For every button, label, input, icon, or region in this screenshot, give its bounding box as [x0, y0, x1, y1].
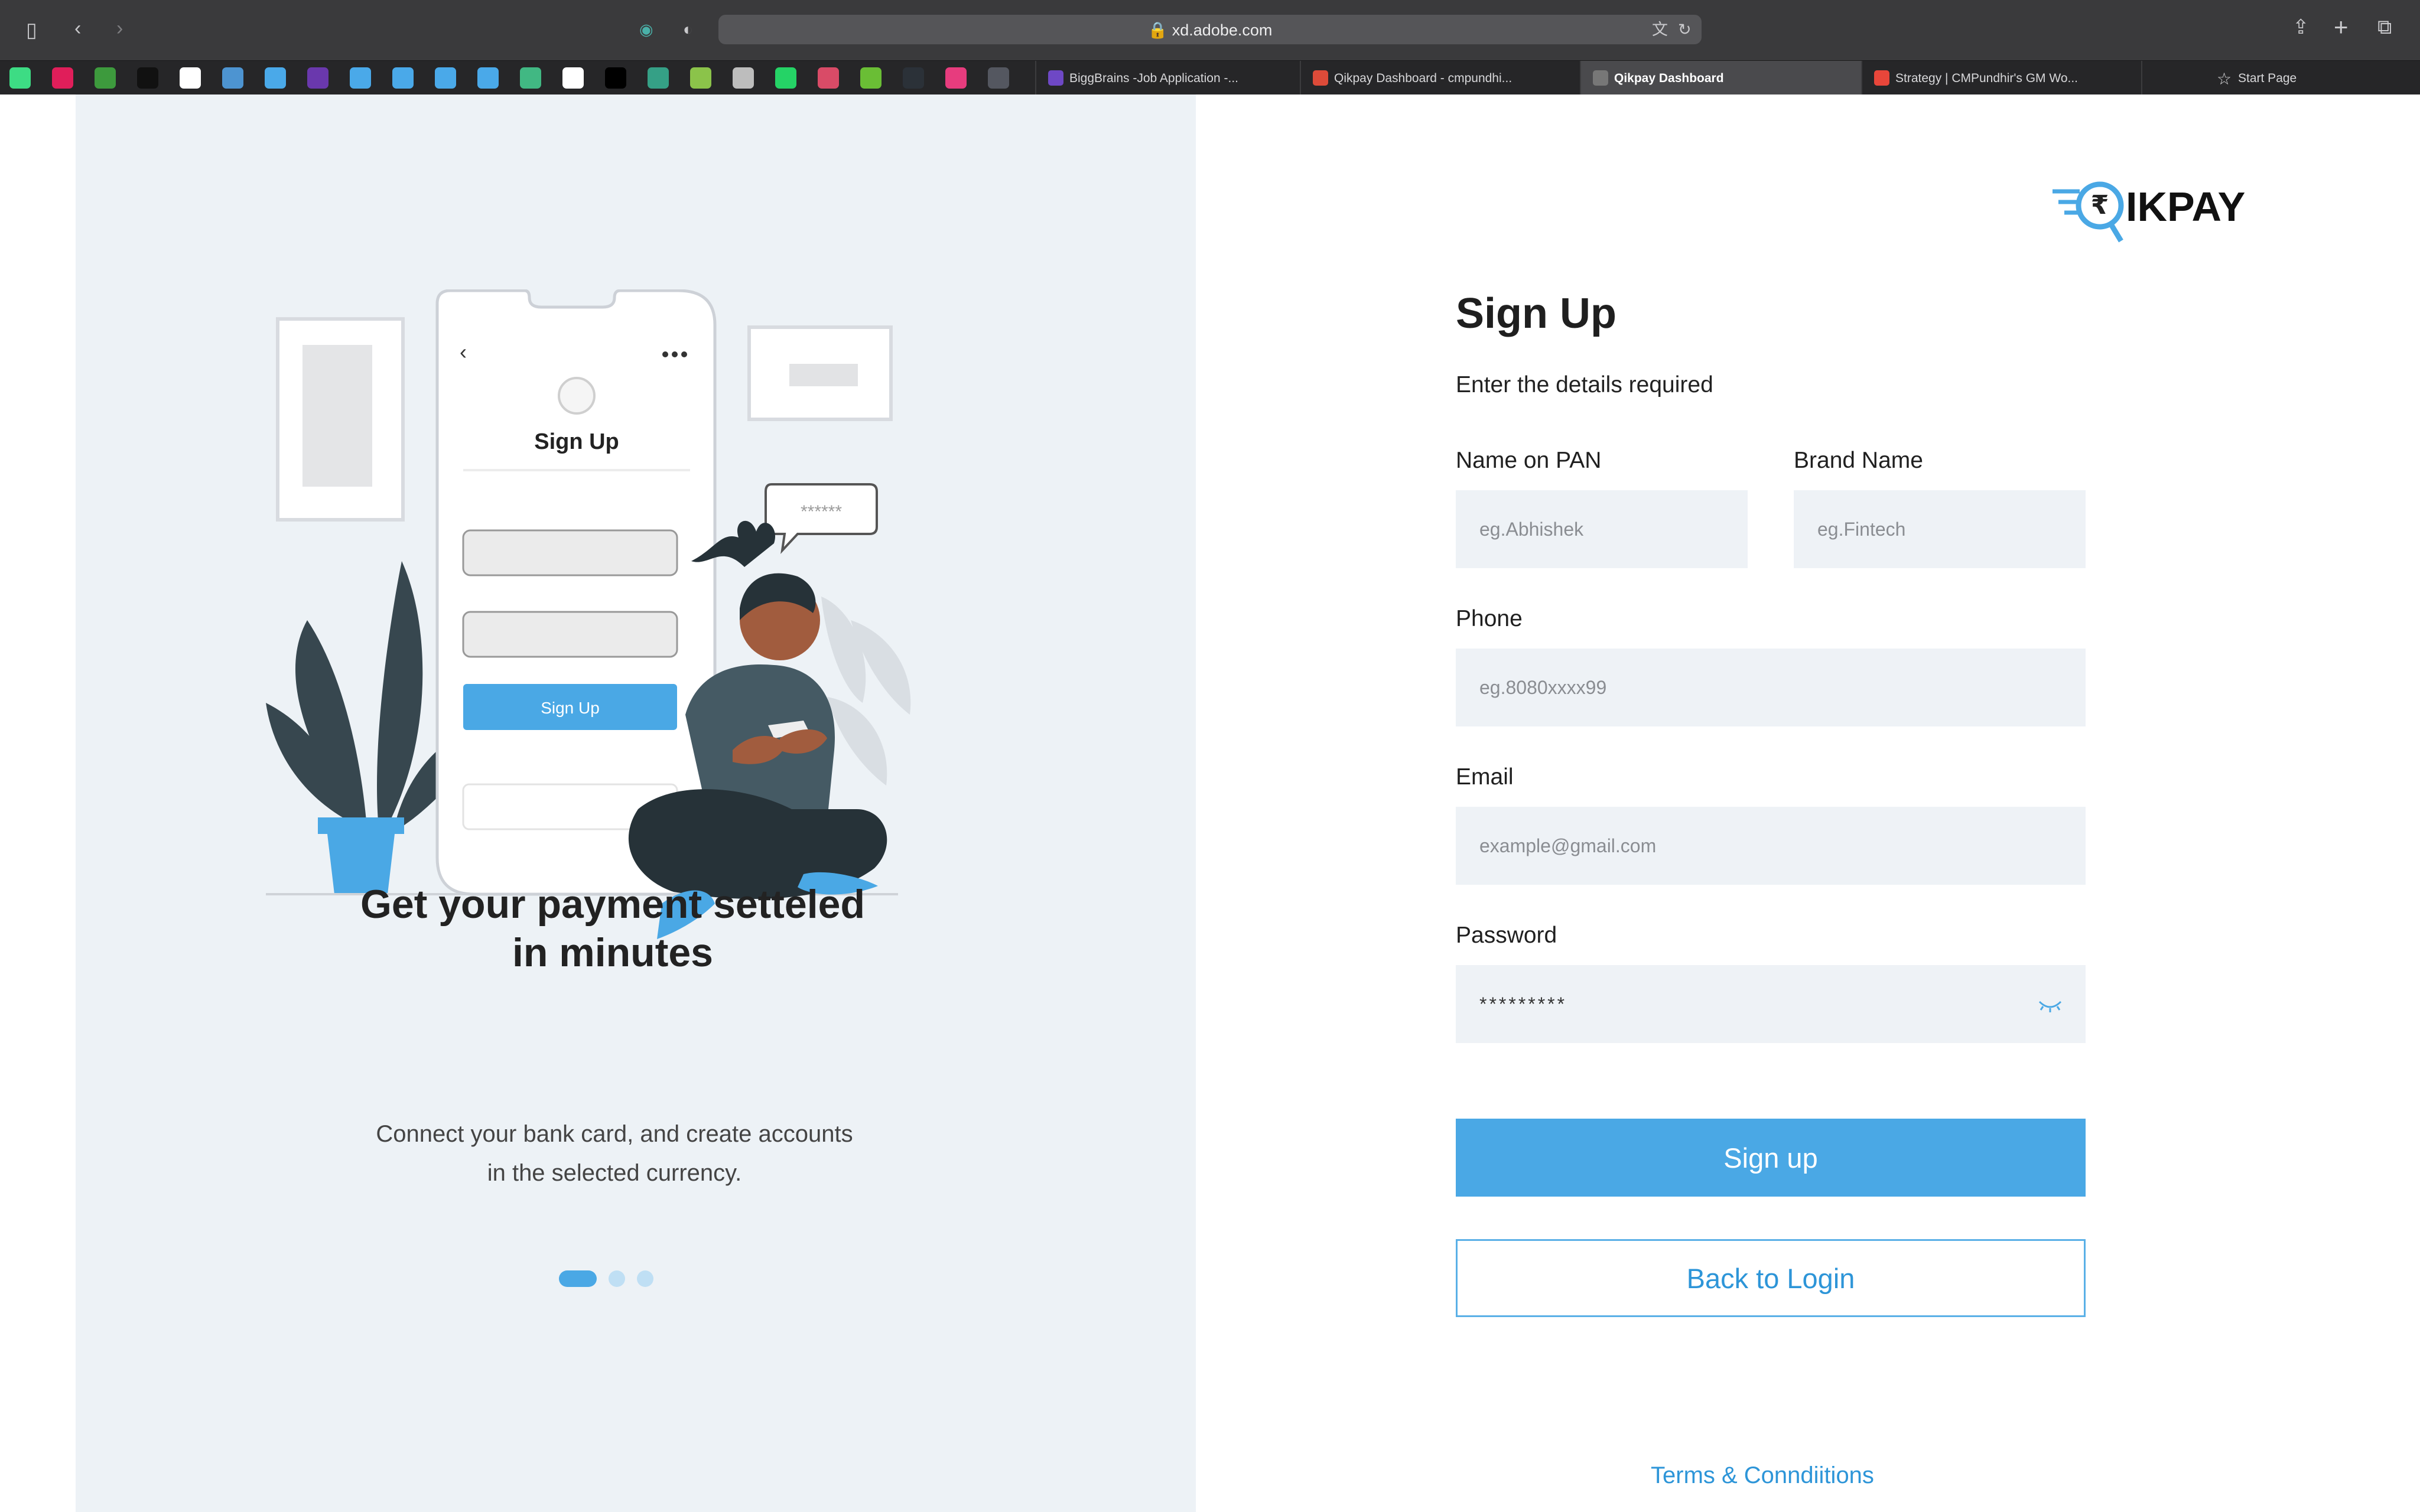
phone-signup-button-label: Sign Up	[541, 699, 600, 717]
name-label: Name on PAN	[1456, 448, 1602, 473]
reload-icon[interactable]: ↻	[1678, 19, 1692, 40]
github-favicon-2[interactable]	[562, 67, 584, 89]
whatsapp-favicon[interactable]	[775, 67, 796, 89]
tab-biggbrains[interactable]: BiggBrains -Job Application -...	[1035, 61, 1300, 95]
back-to-login-button[interactable]: Back to Login	[1456, 1239, 2086, 1317]
qikpay-logo: ₹ IKPAY	[2053, 175, 2281, 246]
lock-icon: 🔒	[1147, 21, 1168, 39]
carousel-dot-active[interactable]	[559, 1270, 597, 1287]
phone-back-icon: ‹	[460, 340, 467, 364]
tab-favicon-icon	[1874, 70, 1889, 86]
tab-strategy[interactable]: Strategy | CMPundhir's GM Wo...	[1861, 61, 2141, 95]
phone-signup-title: Sign Up	[534, 429, 619, 454]
terms-link[interactable]: Terms & Conndiitions	[1651, 1462, 1874, 1489]
red-favicon[interactable]	[818, 67, 839, 89]
carousel-dot-3[interactable]	[637, 1270, 653, 1287]
name-field[interactable]	[1456, 490, 1748, 568]
gear-favicon[interactable]	[988, 67, 1009, 89]
phone-menu-dot-3	[681, 351, 687, 357]
flutter-favicon-3[interactable]	[392, 67, 414, 89]
tab-qikpay-mail[interactable]: Qikpay Dashboard - cmpundhi...	[1300, 61, 1580, 95]
forward-icon[interactable]: ›	[116, 18, 123, 38]
github-favicon[interactable]	[180, 67, 201, 89]
signup-subtitle: Enter the details required	[1456, 372, 1713, 397]
browser-toolbar: ▯ ‹ › ◉ ◐ 🔒 xd.adobe.com 文 ↻ ⇪ + ⧉	[0, 0, 2420, 60]
green-favicon[interactable]	[690, 67, 711, 89]
eye-closed-icon[interactable]	[2037, 997, 2063, 1014]
flutter-favicon-5[interactable]	[477, 67, 499, 89]
signup-title: Sign Up	[1456, 290, 1616, 337]
phone-input-2	[462, 611, 678, 658]
logo-text: IKPAY	[2126, 184, 2246, 230]
logo-mark-icon: ₹	[2053, 181, 2124, 243]
phone-field[interactable]	[1456, 649, 2086, 726]
password-field[interactable]	[1456, 965, 2086, 1043]
onboarding-description: Connect your bank card, and create accou…	[376, 1121, 853, 1186]
phone-avatar-icon	[558, 377, 596, 415]
s-favicon[interactable]	[945, 67, 967, 89]
email-field[interactable]	[1456, 807, 2086, 885]
vue-favicon[interactable]	[520, 67, 541, 89]
translate-icon[interactable]: 文	[1652, 19, 1668, 40]
tab-favicon-icon	[1048, 70, 1063, 86]
circle-favicon[interactable]	[648, 67, 669, 89]
tab-bar: BiggBrains -Job Application -... Qikpay …	[0, 60, 2420, 95]
signup-button[interactable]: Sign up	[1456, 1119, 2086, 1197]
flutter-favicon-2[interactable]	[350, 67, 371, 89]
url-text: 🔒 xd.adobe.com	[1147, 21, 1273, 39]
sidebar-toggle-icon[interactable]: ▯	[26, 20, 37, 40]
in-favicon[interactable]	[222, 67, 243, 89]
frame-picture-left	[302, 345, 372, 487]
share-icon[interactable]: ⇪	[2292, 17, 2310, 37]
onboarding-illustration: ‹ Sign Up Sign Up ******	[266, 289, 911, 939]
check-favicon[interactable]	[860, 67, 882, 89]
onboarding-headline: Get your payment setteled in minutes	[360, 882, 866, 975]
profile-favicon[interactable]	[733, 67, 754, 89]
phone-input-1	[462, 529, 678, 576]
tab-start-page[interactable]: ☆ Start Page	[2141, 61, 2420, 95]
svg-text:₹: ₹	[2091, 190, 2109, 220]
new-tab-icon[interactable]: +	[2334, 15, 2349, 40]
brand-field[interactable]	[1794, 490, 2086, 568]
carousel-dot-2[interactable]	[609, 1270, 625, 1287]
star-icon: ☆	[2217, 70, 2232, 88]
brand-label: Brand Name	[1794, 448, 1923, 473]
password-label: Password	[1456, 923, 1557, 948]
dark-favicon[interactable]	[137, 67, 158, 89]
flutter-dark-favicon[interactable]	[307, 67, 328, 89]
dev-favicon[interactable]	[605, 67, 626, 89]
address-bar[interactable]: 🔒 xd.adobe.com 文 ↻	[718, 15, 1702, 44]
background-leaves	[821, 597, 911, 786]
phone-menu-dot-2	[672, 351, 678, 357]
password-bubble-text: ******	[801, 502, 842, 522]
frame-picture-right	[789, 364, 858, 386]
extension-icon[interactable]: ◉	[639, 19, 653, 40]
flutter-favicon[interactable]	[265, 67, 286, 89]
adobe-icon	[1593, 70, 1608, 86]
tab-qikpay-dashboard[interactable]: Qikpay Dashboard	[1580, 61, 1861, 95]
email-label: Email	[1456, 764, 1514, 790]
back-icon[interactable]: ‹	[74, 18, 81, 38]
phone-menu-dot-1	[662, 351, 668, 357]
shield-icon[interactable]: ◐	[683, 19, 693, 40]
android-favicon[interactable]	[9, 67, 31, 89]
phone-label: Phone	[1456, 606, 1523, 631]
tab-overview-icon[interactable]: ⧉	[2377, 17, 2392, 37]
flutter-favicon-4[interactable]	[435, 67, 456, 89]
plant-pot-rim	[318, 817, 404, 834]
slack-favicon[interactable]	[52, 67, 73, 89]
l-favicon[interactable]	[95, 67, 116, 89]
mail-icon	[1313, 70, 1328, 86]
nd-favicon[interactable]	[903, 67, 924, 89]
